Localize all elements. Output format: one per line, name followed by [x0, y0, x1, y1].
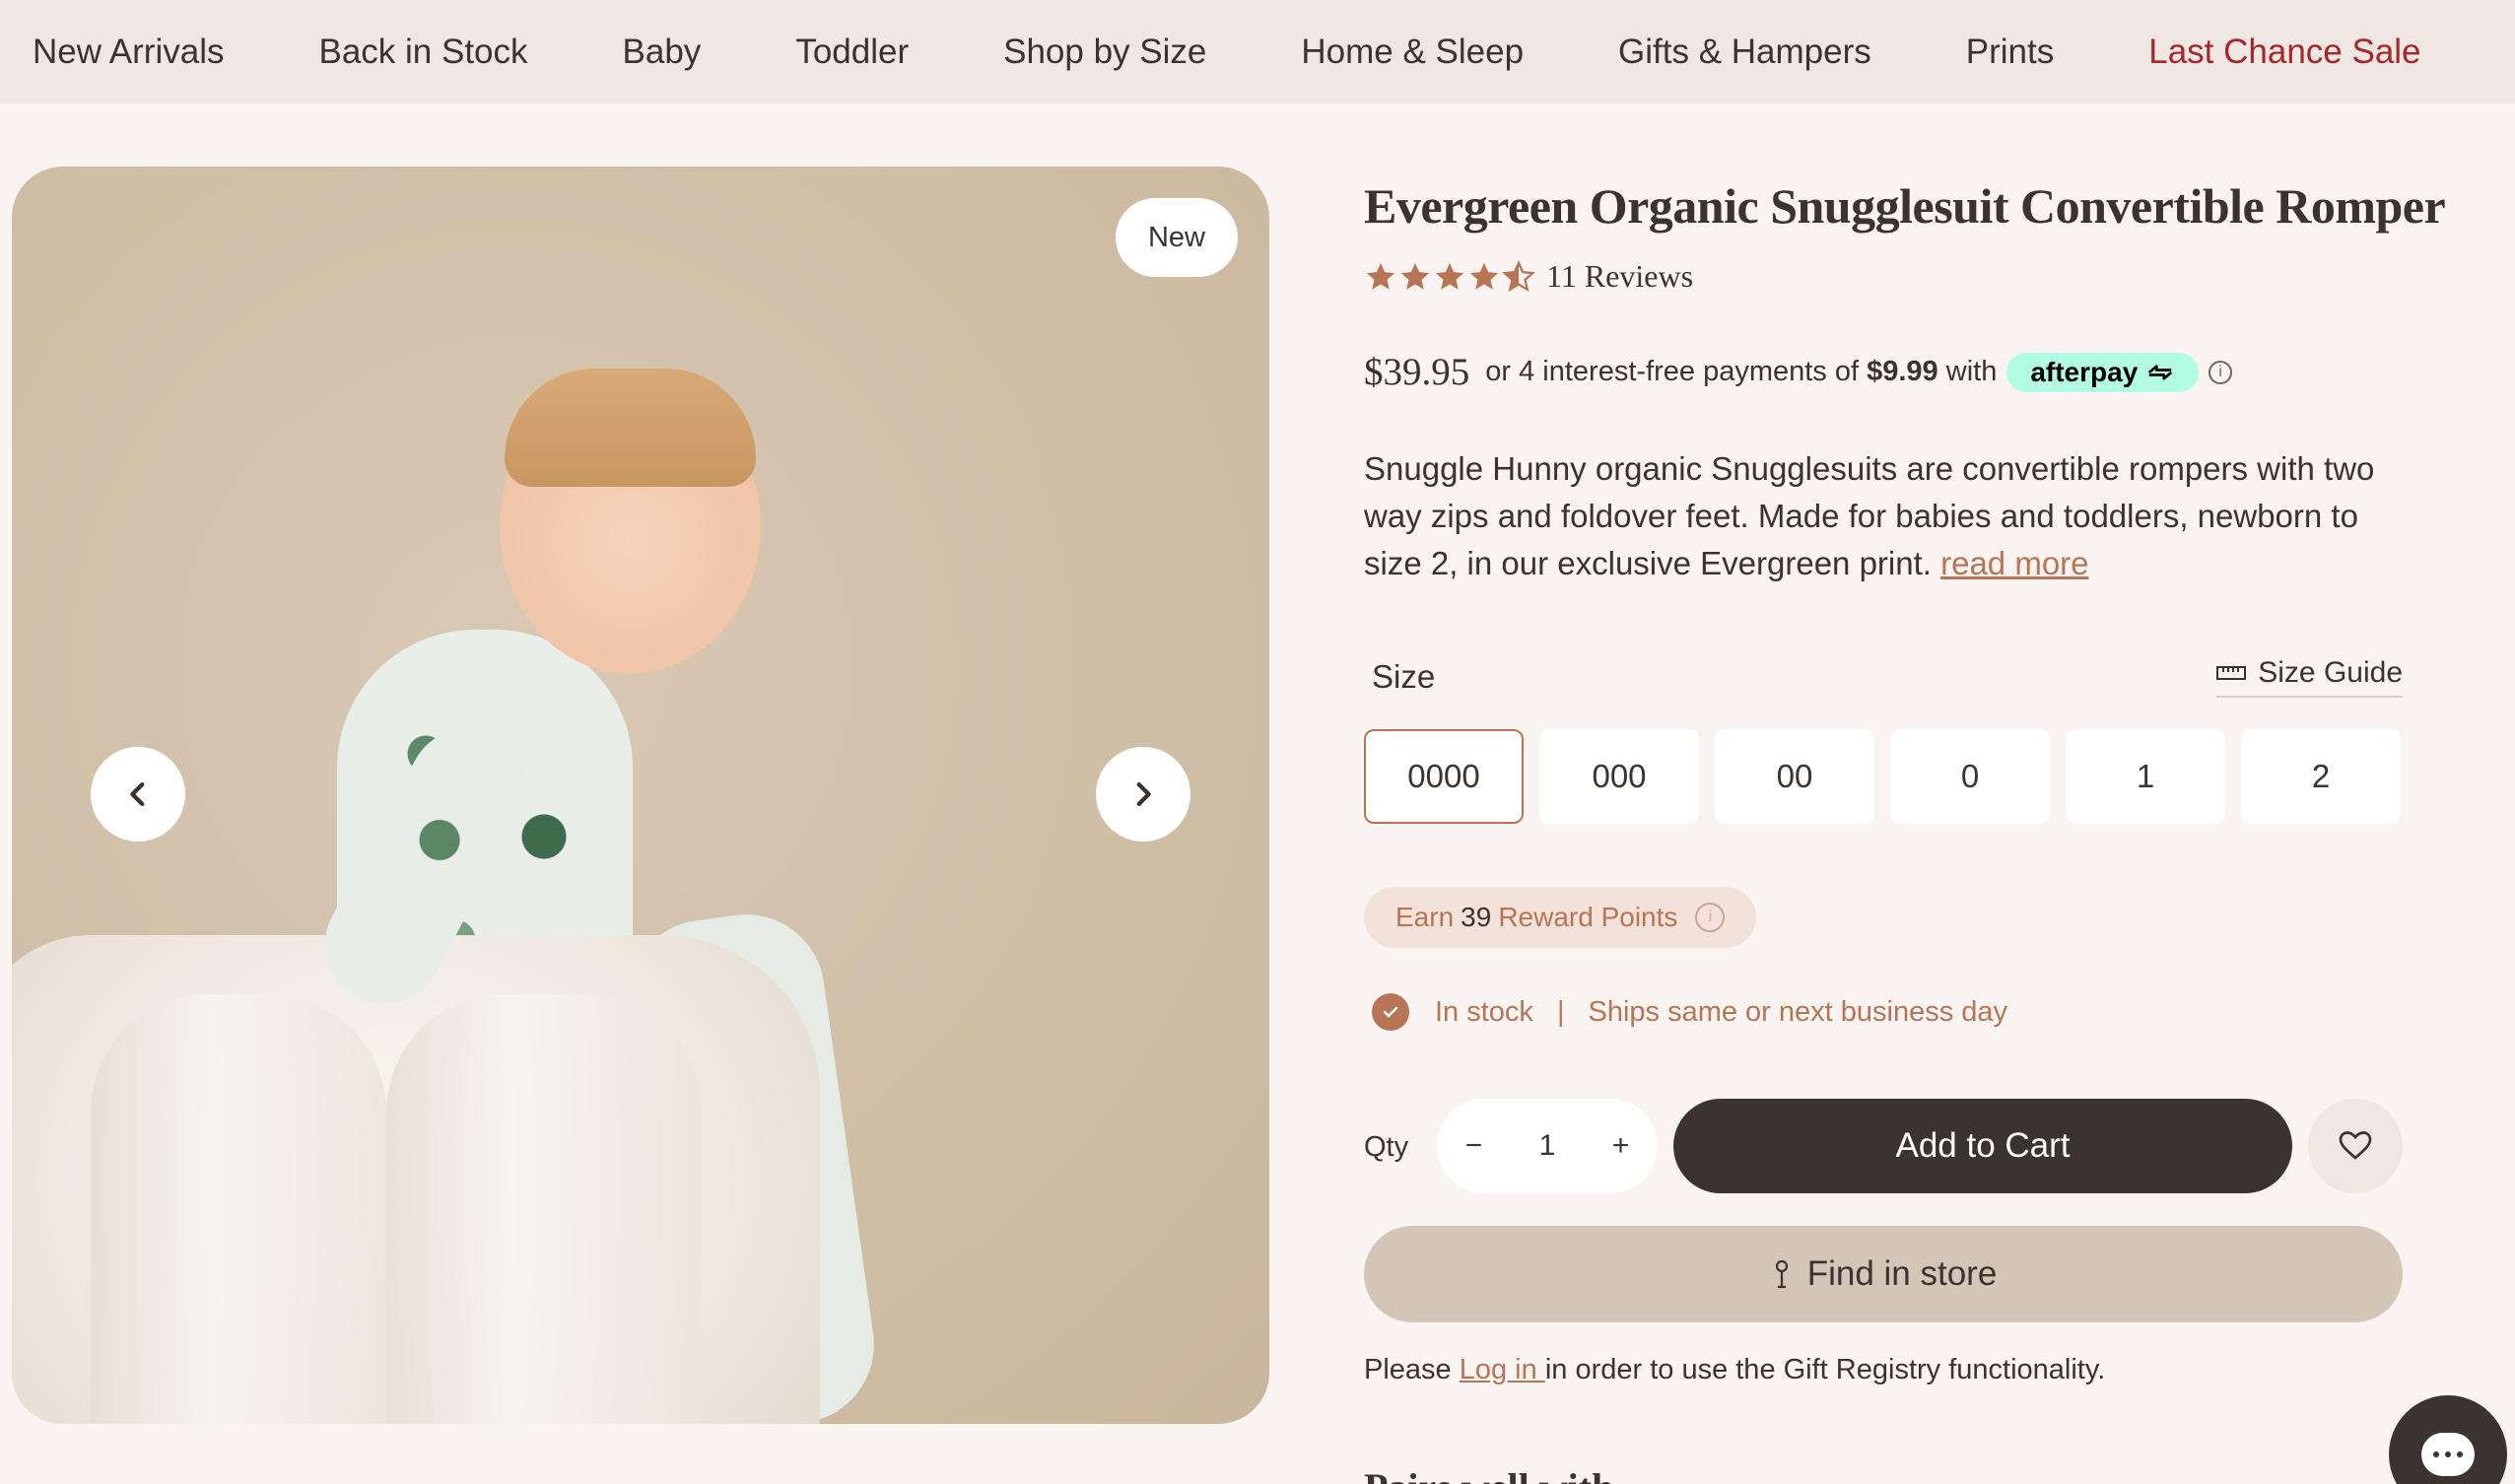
product-title: Evergreen Organic Snugglesuit Convertibl… — [1364, 178, 2446, 234]
nav-item-new-arrivals[interactable]: New Arrivals — [33, 33, 224, 72]
star-full-icon — [1366, 262, 1395, 290]
product-image — [12, 167, 1269, 1424]
shipping-text: Ships same or next business day — [1588, 995, 2008, 1028]
size-guide-label: Size Guide — [2258, 656, 2403, 689]
nav-item-shop-by-size[interactable]: Shop by Size — [1003, 33, 1206, 72]
check-icon — [1372, 993, 1409, 1031]
heart-icon — [2339, 1131, 2372, 1160]
size-option-1[interactable]: 1 — [2066, 729, 2225, 824]
qty-increment-button[interactable]: + — [1612, 1129, 1630, 1163]
registry-prefix: Please — [1364, 1354, 1452, 1385]
find-in-store-label: Find in store — [1806, 1254, 1998, 1293]
read-more-link[interactable]: read more — [1940, 545, 2088, 581]
product-photo-ottoman-lobe — [386, 994, 702, 1424]
afterpay-label: afterpay — [2030, 356, 2139, 387]
star-half-icon — [1502, 259, 1535, 292]
afterpay-badge[interactable]: afterpay — [2006, 352, 2200, 392]
product-description: Snuggle Hunny organic Snugglesuits are c… — [1364, 445, 2409, 587]
size-option-0[interactable]: 0 — [1890, 729, 2050, 824]
afterpay-logo-icon — [2147, 364, 2173, 380]
reviews-link[interactable]: 11 Reviews — [1546, 258, 1693, 295]
rewards-info-icon[interactable]: i — [1695, 903, 1726, 932]
size-options: 0000 000 00 0 1 2 — [1364, 729, 2416, 824]
installments-text: or 4 interest-free payments of $9.99 wit… — [1485, 356, 1997, 388]
gallery-prev-button[interactable] — [91, 747, 185, 842]
rewards-prefix: Earn — [1395, 902, 1455, 932]
chat-icon — [2421, 1433, 2475, 1476]
info-icon[interactable]: i — [2209, 360, 2233, 384]
rewards-suffix: Reward Points — [1498, 902, 1678, 932]
size-option-0000[interactable]: 0000 — [1364, 729, 1524, 824]
stock-separator: | — [1556, 995, 1565, 1028]
registry-suffix: in order to use the Gift Registry functi… — [1544, 1354, 2106, 1385]
add-to-cart-button[interactable]: Add to Cart — [1673, 1099, 2292, 1193]
product-photo-hair — [505, 369, 756, 487]
qty-decrement-button[interactable]: − — [1465, 1129, 1483, 1163]
nav-item-baby[interactable]: Baby — [623, 33, 702, 72]
gift-registry-note: Please Log in in order to use the Gift R… — [1364, 1354, 2105, 1386]
pairs-well-with-heading: Pairs well with — [1364, 1464, 1613, 1484]
ruler-icon — [2216, 666, 2247, 680]
nav-item-gifts-hampers[interactable]: Gifts & Hampers — [1618, 33, 1871, 72]
product-rating: 11 Reviews — [1364, 258, 1693, 295]
chat-button[interactable] — [2389, 1395, 2507, 1484]
star-full-icon — [1469, 262, 1499, 290]
size-option-000[interactable]: 000 — [1539, 729, 1699, 824]
rating-stars — [1364, 259, 1536, 294]
gallery-next-button[interactable] — [1096, 747, 1190, 842]
chevron-left-icon — [130, 781, 145, 807]
wishlist-button[interactable] — [2308, 1099, 2403, 1193]
nav-item-back-in-stock[interactable]: Back in Stock — [318, 33, 527, 72]
reward-points-badge: Earn 39 Reward Points i — [1364, 887, 1757, 948]
nav-item-last-chance-sale[interactable]: Last Chance Sale — [2148, 33, 2420, 72]
nav-item-home-sleep[interactable]: Home & Sleep — [1301, 33, 1524, 72]
size-option-00[interactable]: 00 — [1715, 729, 1874, 824]
qty-label: Qty — [1364, 1131, 1409, 1163]
rewards-points: 39 — [1461, 902, 1492, 932]
star-full-icon — [1400, 262, 1430, 290]
quantity-stepper: − 1 + — [1437, 1099, 1658, 1193]
nav-item-prints[interactable]: Prints — [1966, 33, 2054, 72]
nav-item-toddler[interactable]: Toddler — [795, 33, 909, 72]
price-row: $39.95 or 4 interest-free payments of $9… — [1364, 350, 2233, 394]
stock-text: In stock — [1435, 995, 1533, 1028]
installments-prefix: or 4 interest-free payments of — [1485, 356, 1860, 387]
new-badge: New — [1116, 198, 1238, 277]
description-text: Snuggle Hunny organic Snugglesuits are c… — [1364, 450, 2375, 581]
installments-suffix: with — [1945, 356, 1998, 387]
size-option-2[interactable]: 2 — [2241, 729, 2401, 824]
login-link[interactable]: Log in — [1460, 1354, 1545, 1385]
product-photo-ottoman-lobe — [91, 994, 386, 1424]
stock-status: In stock | Ships same or next business d… — [1372, 993, 2007, 1031]
installment-amount: $9.99 — [1867, 356, 1938, 387]
location-pin-icon — [1775, 1259, 1788, 1289]
product-price: $39.95 — [1364, 351, 1470, 393]
qty-value[interactable]: 1 — [1539, 1129, 1556, 1163]
star-full-icon — [1435, 262, 1464, 290]
top-navigation: New Arrivals Back in Stock Baby Toddler … — [0, 0, 2515, 103]
find-in-store-button[interactable]: Find in store — [1364, 1226, 2403, 1322]
chevron-right-icon — [1136, 781, 1151, 807]
size-guide-link[interactable]: Size Guide — [1228, 656, 2403, 698]
